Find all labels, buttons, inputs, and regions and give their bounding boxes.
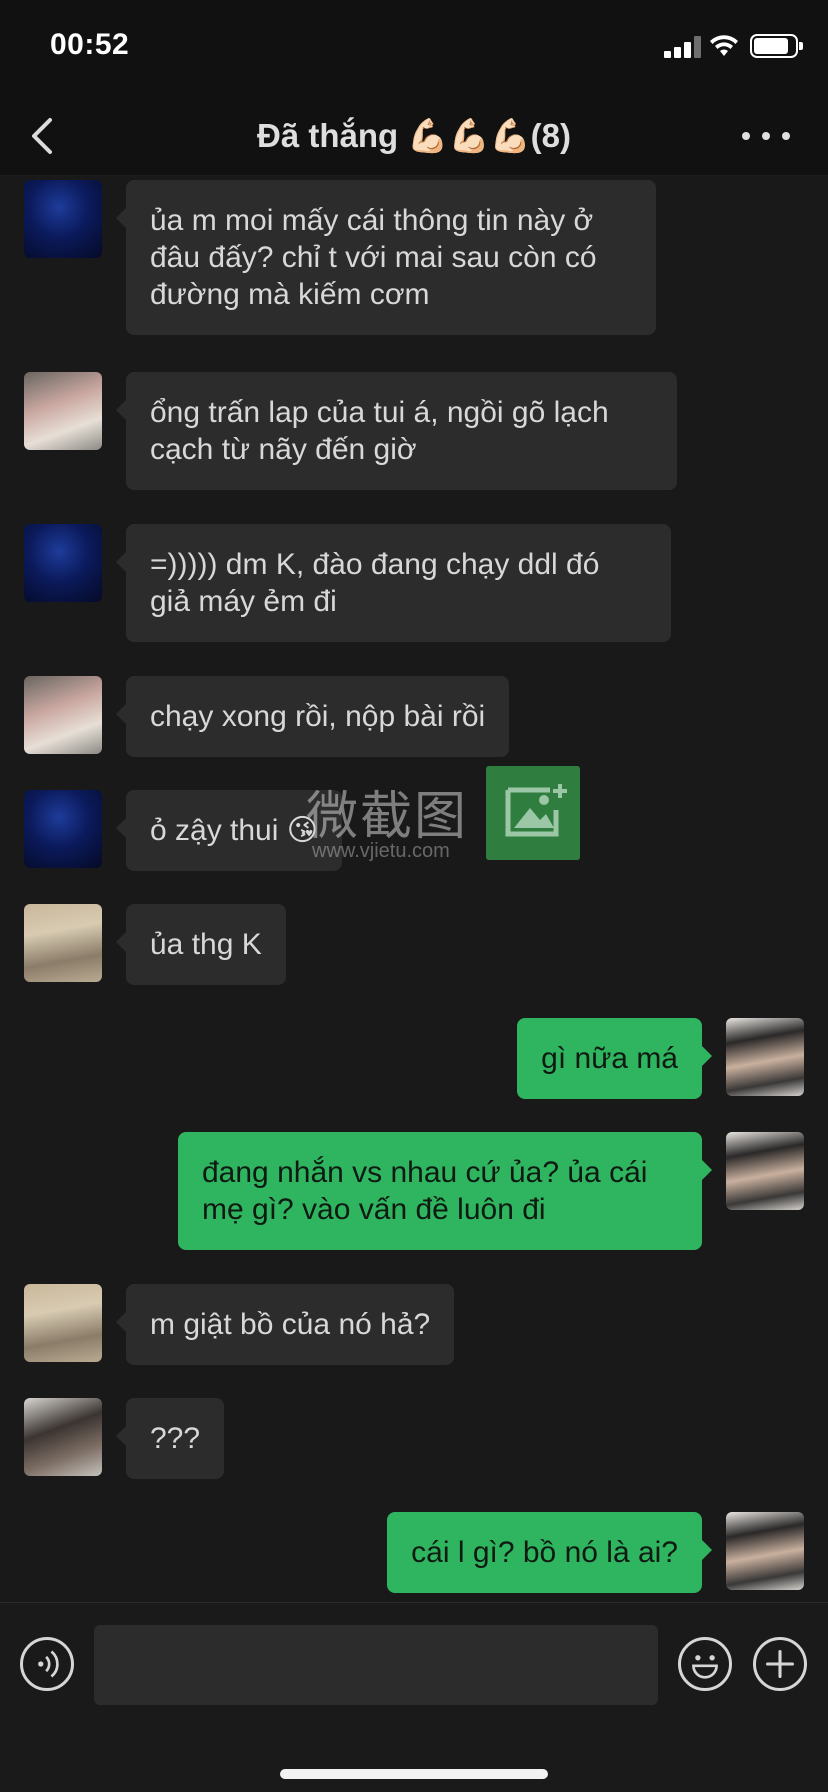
cellular-signal-icon (664, 36, 702, 58)
message-list[interactable]: ủa m moi mấy cái thông tin này ở đâu đấy… (0, 176, 828, 1602)
composer-bar (0, 1602, 828, 1792)
home-indicator (280, 1769, 548, 1779)
avatar-cap[interactable] (24, 1284, 102, 1362)
avatar-blue-portrait[interactable] (24, 524, 102, 602)
avatar-pink-hair[interactable] (24, 676, 102, 754)
message-bubble[interactable]: ủa m moi mấy cái thông tin này ở đâu đấy… (116, 180, 656, 335)
avatar-pink-hair[interactable] (24, 372, 102, 450)
more-options-icon[interactable] (742, 120, 790, 152)
message-bubble[interactable]: chạy xong rồi, nộp bài rồi (115, 676, 510, 757)
message-bubble[interactable]: ủa thg K (116, 904, 286, 985)
plus-icon[interactable] (753, 1637, 807, 1691)
message-bubble[interactable]: ??? (115, 1398, 225, 1479)
chat-header: Đã thắng 💪🏻💪🏻💪🏻(8) (0, 96, 828, 176)
message-bubble-outgoing[interactable]: đang nhắn vs nhau cứ ủa? ủa cái mẹ gì? v… (178, 1132, 712, 1250)
emoji-icon[interactable] (678, 1637, 732, 1691)
avatar-cap[interactable] (24, 904, 102, 982)
avatar-blue-portrait[interactable] (24, 180, 102, 258)
message-bubble-outgoing[interactable]: cái l gì? bồ nó là ai? (387, 1512, 712, 1593)
watermark: 微截图 www.vjietu.com (306, 766, 582, 874)
avatar-dark-hair[interactable] (24, 1398, 102, 1476)
avatar-blue-portrait[interactable] (24, 790, 102, 868)
message-bubble[interactable]: =))))) dm K, đào đang chạy ddl đó giả má… (116, 524, 671, 642)
avatar-self[interactable] (726, 1132, 804, 1210)
avatar-self[interactable] (726, 1512, 804, 1590)
status-bar: 00:52 (0, 0, 828, 96)
watermark-logo-icon (486, 766, 580, 860)
message-input[interactable] (94, 1625, 658, 1705)
message-bubble-outgoing[interactable]: gì nữa má (517, 1018, 712, 1099)
back-arrow-icon[interactable] (22, 112, 66, 160)
watermark-text: 微截图 (306, 787, 469, 847)
watermark-url: www.vjietu.com (312, 840, 450, 862)
avatar-self[interactable] (726, 1018, 804, 1096)
voice-icon[interactable] (20, 1637, 74, 1691)
wifi-icon (710, 35, 738, 56)
battery-icon (750, 34, 803, 58)
message-bubble[interactable]: ổng trấn lap của tui á, ngồi gõ lạch cạc… (116, 372, 677, 490)
status-time: 00:52 (50, 28, 130, 61)
chat-title: Đã thắng 💪🏻💪🏻💪🏻(8) (257, 117, 571, 154)
message-bubble[interactable]: m giật bồ của nó hả? (115, 1284, 455, 1365)
